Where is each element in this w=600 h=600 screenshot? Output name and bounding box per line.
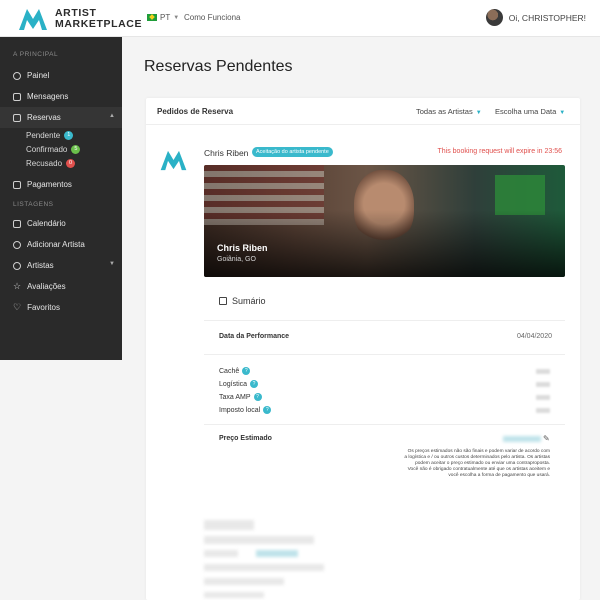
info-icon[interactable]: ?: [263, 406, 272, 414]
booking-artist-name[interactable]: Chris Riben: [204, 148, 248, 158]
performance-date-value: 04/04/2020: [516, 333, 552, 340]
date-filter-dropdown[interactable]: Escolha uma Data ▼: [495, 107, 565, 116]
bookings-icon: [13, 113, 21, 122]
avatar: [485, 9, 503, 26]
estimated-price-value: [503, 436, 541, 442]
summary-heading: Sumário: [219, 296, 266, 306]
artist-cover-image[interactable]: Chris Riben Goiânia, GO: [204, 165, 565, 277]
sidebar-item-payments[interactable]: Pagamentos: [0, 174, 122, 195]
sidebar-item-artists[interactable]: Artistas ▼: [0, 255, 122, 276]
artists-icon: [13, 261, 21, 270]
sidebar-subitem-pending[interactable]: Pendente 1: [0, 128, 122, 142]
sidebar-subitem-confirmed[interactable]: Confirmado 5: [0, 142, 122, 156]
payments-icon: [13, 180, 21, 189]
artist-marketplace-logo: [160, 150, 187, 171]
performance-date-label: Data da Performance: [219, 333, 290, 340]
chevron-up-icon: ▲: [109, 113, 115, 119]
info-icon[interactable]: ?: [253, 393, 262, 401]
fee-amp-row: Taxa AMP?: [219, 393, 262, 401]
artist-filter-dropdown[interactable]: Todas as Artistas ▼: [416, 107, 482, 116]
dashboard-icon: [13, 71, 21, 80]
info-icon[interactable]: ?: [242, 367, 251, 375]
language-selector[interactable]: PT ▼: [147, 13, 179, 22]
chevron-down-icon: ▼: [173, 14, 180, 21]
estimated-price-label: Preço Estimado: [219, 435, 272, 442]
sidebar-subitem-refused[interactable]: Recusado 0: [0, 156, 122, 170]
sidebar-item-favorites[interactable]: ♡ Favoritos: [0, 297, 122, 318]
fee-cache-row: Cachê?: [219, 367, 251, 375]
brand-name[interactable]: ARTIST MARKETPLACE: [55, 8, 142, 30]
cover-artist-name: Chris Riben: [217, 243, 268, 253]
chevron-down-icon: ▼: [559, 110, 566, 116]
sidebar-item-bookings[interactable]: Reservas ▲: [0, 107, 122, 128]
brazil-flag-icon: [147, 14, 157, 21]
message-icon: [13, 92, 21, 101]
sidebar-item-panel[interactable]: Painel: [0, 65, 122, 86]
fee-local-tax-row: Imposto local?: [219, 406, 272, 414]
card-header: Pedidos de Reserva Todas as Artistas ▼ Es…: [146, 98, 580, 125]
booking-requests-card: Pedidos de Reserva Todas as Artistas ▼ Es…: [146, 98, 580, 600]
fee-logistics-row: Logística?: [219, 380, 259, 388]
expiration-notice: This booking request will expire in 23:5…: [437, 148, 562, 155]
add-user-icon: [13, 240, 21, 249]
calendar-icon: [219, 297, 227, 305]
estimate-disclaimer: Os preços estimados não são finais e pod…: [404, 449, 550, 478]
page-title: Reservas Pendentes: [144, 58, 293, 75]
sidebar-item-reviews[interactable]: ☆ Avaliações: [0, 276, 122, 297]
artist-marketplace-logo[interactable]: [18, 7, 48, 31]
user-menu[interactable]: Oi, CHRISTOPHER!: [485, 9, 586, 26]
info-icon[interactable]: ?: [250, 380, 259, 388]
sidebar-item-calendar[interactable]: Calendário: [0, 213, 122, 234]
card-title: Pedidos de Reserva: [157, 107, 234, 116]
sidebar: A PRINCIPAL Painel Mensagens Reservas ▲ …: [0, 37, 122, 360]
edit-icon[interactable]: ✎: [543, 434, 550, 443]
confirmed-count-badge: 5: [71, 144, 81, 154]
how-it-works-link[interactable]: Como Funciona: [184, 13, 240, 22]
user-greeting: Oi, CHRISTOPHER!: [508, 12, 586, 23]
top-bar: ARTIST MARKETPLACE PT ▼ Como Funciona Oi…: [0, 0, 600, 37]
heart-icon: ♡: [13, 302, 22, 312]
chevron-down-icon: ▼: [109, 261, 115, 267]
chevron-down-icon: ▼: [475, 110, 482, 116]
sidebar-item-messages[interactable]: Mensagens: [0, 86, 122, 107]
cover-artist-city: Goiânia, GO: [217, 256, 256, 263]
pending-count-badge: 1: [64, 130, 74, 140]
status-badge: Aceitação do artista pendente: [252, 147, 333, 157]
sidebar-section-main: A PRINCIPAL: [13, 51, 59, 58]
sidebar-item-add-artist[interactable]: Adicionar Artista: [0, 234, 122, 255]
star-icon: ☆: [13, 281, 22, 291]
sidebar-section-listings: LISTAGENS: [13, 201, 54, 208]
calendar-icon: [13, 219, 21, 228]
refused-count-badge: 0: [66, 158, 76, 168]
